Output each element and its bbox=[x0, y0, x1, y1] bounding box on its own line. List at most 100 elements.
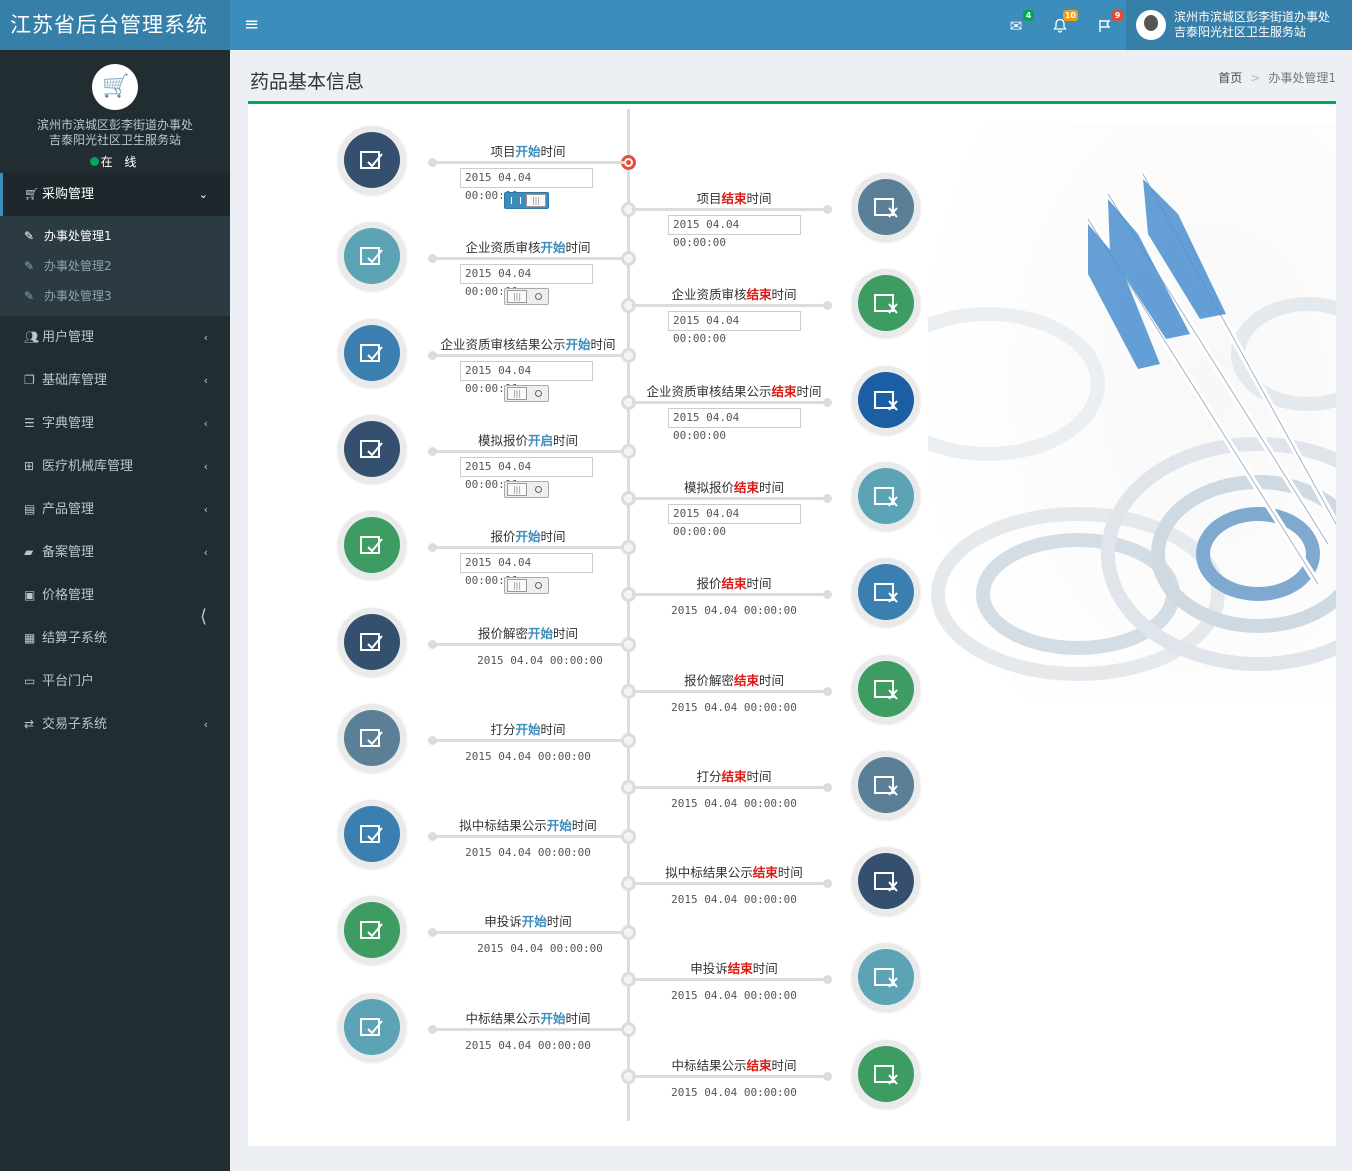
timeline-label-prefix: 企业资质审核结果公示 bbox=[646, 383, 772, 399]
timeline-label-highlight: 结束 bbox=[746, 1057, 772, 1073]
end-datetime-text: 2015 04.04 00:00:00 bbox=[671, 700, 797, 714]
timeline-label-highlight: 开始 bbox=[515, 529, 541, 545]
start-enable-toggle[interactable]: ||| bbox=[504, 288, 549, 306]
timeline-label-suffix: 时间 bbox=[540, 144, 566, 159]
timeline-rail-end bbox=[632, 686, 832, 696]
timeline-label-highlight: 结束 bbox=[733, 479, 759, 495]
timeline-rail-end bbox=[632, 975, 832, 985]
submenu-item-office3[interactable]: ✎ 办事处管理3 bbox=[0, 281, 230, 311]
timeline-end-icon bbox=[852, 847, 920, 916]
timeline-end-icon bbox=[852, 654, 920, 723]
sidebar-item-settlement[interactable]: ▦ 结算子系统 bbox=[0, 617, 230, 660]
page-title: 药品基本信息 bbox=[250, 71, 365, 93]
timeline-start-icon bbox=[338, 222, 406, 291]
cross-document-icon bbox=[874, 775, 898, 796]
chevron-left-icon: ‹ bbox=[203, 503, 208, 516]
sidebar-item-label: 价格管理 bbox=[42, 588, 95, 603]
timeline-label-highlight: 开始 bbox=[521, 914, 547, 930]
cart-icon: 🛒︎ bbox=[24, 187, 40, 201]
timeline-label-highlight: 结束 bbox=[721, 191, 747, 206]
timeline-label-suffix: 时间 bbox=[553, 625, 579, 641]
start-enable-toggle[interactable]: ||| bbox=[504, 384, 549, 402]
timeline-end-label: 拟中标结果公示结束时间 bbox=[634, 862, 834, 881]
cross-document-icon bbox=[874, 198, 898, 218]
sidebar: 滨州市滨城区彭李街道办事处 吉泰阳光社区卫生服务站 在 线 🛒︎采购管理 ⌄ ✎… bbox=[0, 50, 230, 1171]
edit-icon: ✎ bbox=[24, 259, 35, 273]
timeline-end-label: 项目结束时间 bbox=[634, 188, 834, 207]
timeline-rail-start bbox=[428, 1024, 624, 1034]
sidebar-item-products[interactable]: ▤ 产品管理 ‹ bbox=[0, 488, 230, 531]
tasks-button[interactable]: 9 bbox=[1093, 10, 1123, 38]
sidebar-item-label: 产品管理 bbox=[42, 502, 95, 517]
end-datetime-input[interactable]: 2015 04.04 00:00:00 bbox=[668, 311, 801, 345]
end-datetime-input[interactable]: 2015 04.04 00:00:00 bbox=[668, 215, 801, 249]
notifications-button[interactable]: 10 bbox=[1048, 10, 1078, 38]
toggle-knob: ||| bbox=[526, 194, 546, 207]
user-menu[interactable]: 滨州市滨城区彭李街道办事处 吉泰阳光社区卫生服务站 bbox=[1126, 0, 1352, 50]
cross-document-icon bbox=[874, 679, 898, 700]
timeline-rail-start bbox=[428, 832, 624, 842]
end-datetime-text: 2015 04.04 00:00:00 bbox=[671, 893, 797, 907]
start-datetime-input[interactable]: 2015 04.04 00:00:00 bbox=[460, 264, 593, 298]
sidebar-item-medical-devices[interactable]: ⊞ 医疗机械库管理 ‹ bbox=[0, 445, 230, 488]
medkit-icon: ⊞ bbox=[24, 459, 35, 473]
timeline-label-highlight: 开始 bbox=[515, 721, 541, 737]
toggle-off-circle-icon bbox=[535, 485, 542, 493]
sidebar-item-procurement[interactable]: 🛒︎ 采购管理 ⌄ bbox=[0, 173, 230, 216]
cross-document-icon bbox=[874, 968, 898, 989]
start-enable-toggle[interactable]: ||| bbox=[504, 480, 549, 498]
submenu-item-office2[interactable]: ✎ 办事处管理2 bbox=[0, 251, 230, 281]
submenu-item-office1[interactable]: ✎ 办事处管理1 bbox=[0, 221, 230, 251]
archery-target-illustration bbox=[928, 124, 1336, 704]
sidebar-item-base-library[interactable]: ❐ 基础库管理 ‹ bbox=[0, 359, 230, 402]
timeline-label-prefix: 拟中标结果公示 bbox=[459, 818, 547, 834]
sidebar-item-users[interactable]: 👥︎ 用户管理 ‹ bbox=[0, 316, 230, 359]
sidebar-toggle-button[interactable]: ≡ bbox=[240, 0, 263, 50]
shopping-cart-avatar-icon bbox=[92, 64, 138, 110]
sidebar-item-trading[interactable]: ⇄ 交易子系统 ‹ bbox=[0, 703, 230, 746]
end-datetime-text: 2015 04.04 00:00:00 bbox=[671, 604, 797, 618]
timeline-label-prefix: 项目 bbox=[490, 144, 516, 159]
start-datetime-input[interactable]: 2015 04.04 00:00:00 bbox=[460, 360, 593, 395]
timeline-label-prefix: 中标结果公示 bbox=[671, 1057, 747, 1073]
start-datetime-input[interactable]: 2015 04.04 00:00:00 bbox=[460, 168, 593, 202]
timeline-label-suffix: 时间 bbox=[546, 914, 572, 930]
timeline-start-icon bbox=[338, 703, 406, 772]
cross-document-icon bbox=[874, 294, 898, 314]
chevron-left-icon: ‹ bbox=[203, 417, 208, 430]
timeline-start-icon bbox=[338, 992, 406, 1061]
start-datetime-input[interactable]: 2015 04.04 00:00:00 bbox=[460, 553, 593, 587]
chevron-left-icon: ‹ bbox=[203, 331, 208, 344]
timeline-label-prefix: 报价 bbox=[490, 529, 516, 545]
end-datetime-text: 2015 04.04 00:00:00 bbox=[671, 1085, 797, 1099]
timeline-label-prefix: 打分 bbox=[696, 768, 722, 784]
chevron-left-icon: ‹ bbox=[203, 546, 208, 559]
timeline-start-label: 中标结果公示开始时间 bbox=[428, 1008, 628, 1027]
chevron-left-icon: ‹ bbox=[203, 374, 208, 387]
sidebar-collapse-handle[interactable]: ⟨ bbox=[200, 606, 207, 627]
timeline-label-highlight: 开始 bbox=[565, 336, 591, 352]
messages-button[interactable]: ✉ 4 bbox=[1004, 10, 1034, 38]
sidebar-item-label: 字典管理 bbox=[42, 416, 95, 431]
sidebar-item-portal[interactable]: ▭ 平台门户 bbox=[0, 660, 230, 703]
end-datetime-input[interactable]: 2015 04.04 00:00:00 bbox=[668, 407, 801, 442]
sidebar-item-label: 医疗机械库管理 bbox=[42, 459, 134, 474]
timeline-start-label: 申投诉开始时间 bbox=[428, 911, 628, 930]
sidebar-user-panel: 滨州市滨城区彭李街道办事处 吉泰阳光社区卫生服务站 在 线 bbox=[0, 50, 230, 173]
sidebar-item-filing[interactable]: ▰ 备案管理 ‹ bbox=[0, 531, 230, 574]
sidebar-item-dictionary[interactable]: ☰ 字典管理 ‹ bbox=[0, 402, 230, 445]
start-datetime-text: 2015 04.04 00:00:00 bbox=[465, 846, 591, 860]
chevron-down-icon: ⌄ bbox=[198, 188, 208, 201]
timeline-rail-end bbox=[632, 397, 832, 407]
check-document-icon bbox=[360, 343, 383, 362]
timeline-label-prefix: 打分 bbox=[490, 721, 516, 737]
start-enable-toggle[interactable]: ||| bbox=[504, 577, 549, 595]
start-enable-toggle[interactable]: ||| bbox=[504, 192, 549, 209]
app-logo-title[interactable]: 江苏省后台管理系统 bbox=[0, 0, 230, 50]
sidebar-item-pricing[interactable]: ▣ 价格管理 bbox=[0, 574, 230, 617]
timeline-rail-end bbox=[632, 879, 832, 889]
timeline-label-suffix: 时间 bbox=[746, 576, 772, 592]
start-datetime-input[interactable]: 2015 04.04 00:00:00 bbox=[460, 456, 593, 491]
breadcrumb-home-link[interactable]: 首页 bbox=[1218, 71, 1242, 85]
end-datetime-input[interactable]: 2015 04.04 00:00:00 bbox=[668, 503, 801, 538]
